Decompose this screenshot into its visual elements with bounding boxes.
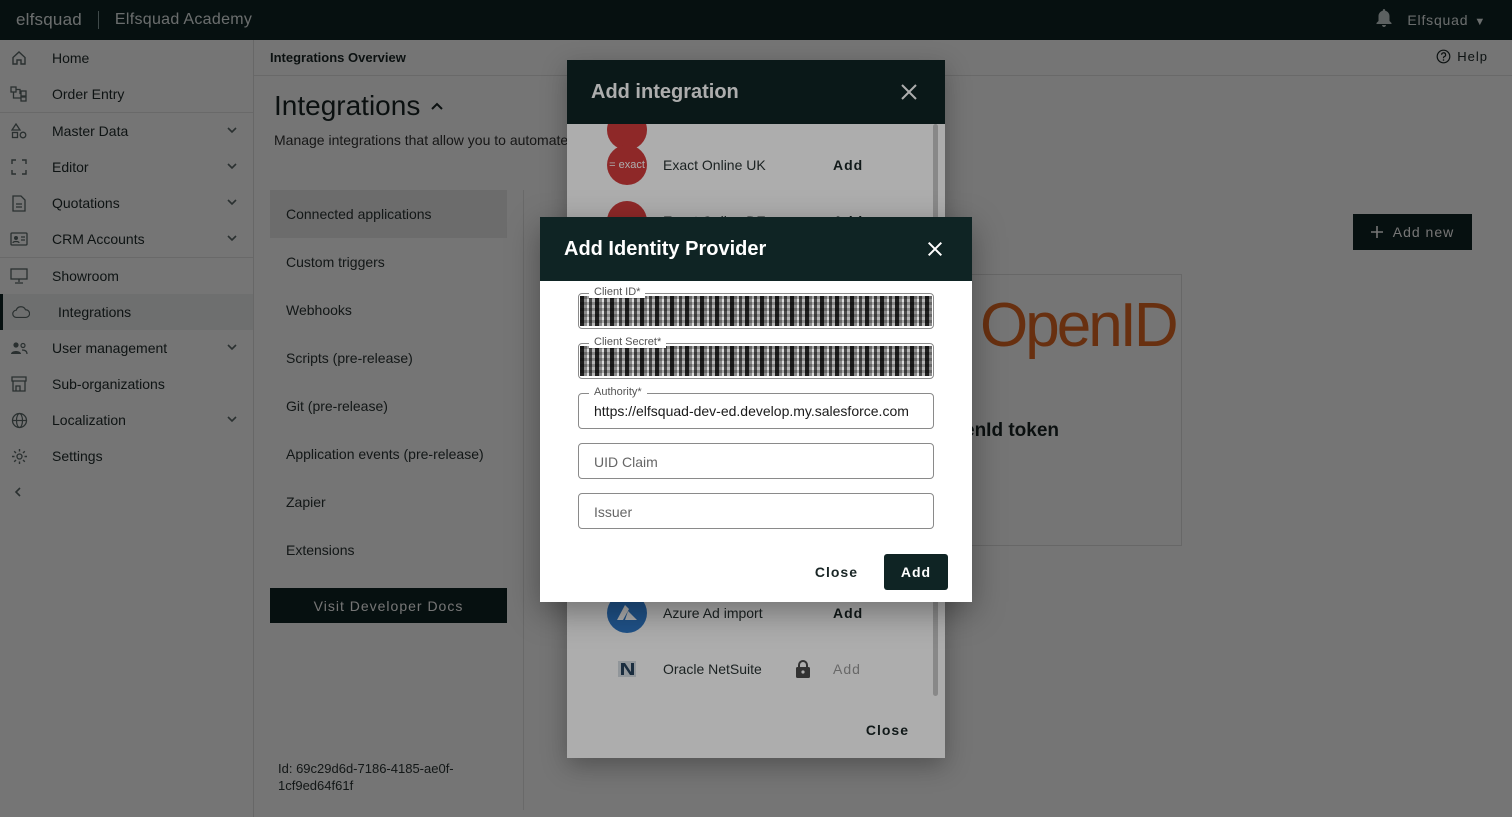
client-secret-field[interactable]: Client Secret* — [578, 336, 934, 379]
field-placeholder: UID Claim — [594, 454, 658, 470]
uid-claim-field[interactable]: UID Claim — [578, 443, 934, 479]
close-button[interactable]: Close — [815, 564, 858, 580]
field-placeholder: Issuer — [594, 504, 633, 520]
client-id-field[interactable]: Client ID* — [578, 286, 934, 329]
add-button[interactable]: Add — [884, 554, 948, 590]
issuer-field[interactable]: Issuer — [578, 493, 934, 529]
field-value: https://elfsquad-dev-ed.develop.my.sales… — [594, 403, 909, 419]
authority-field[interactable]: Authority* https://elfsquad-dev-ed.devel… — [578, 386, 934, 429]
dialog-title: Add Identity Provider — [564, 237, 767, 260]
dialog-header: Add Identity Provider — [540, 217, 972, 281]
close-icon[interactable] — [926, 240, 944, 258]
redacted-value — [580, 296, 932, 326]
field-label: Authority* — [589, 386, 647, 398]
field-label: Client Secret* — [589, 336, 667, 348]
field-label: Client ID* — [589, 286, 646, 298]
dialog-actions: Close Add — [815, 554, 948, 590]
add-identity-provider-dialog: Add Identity Provider Client ID* Client … — [540, 217, 972, 602]
redacted-value — [580, 346, 932, 376]
